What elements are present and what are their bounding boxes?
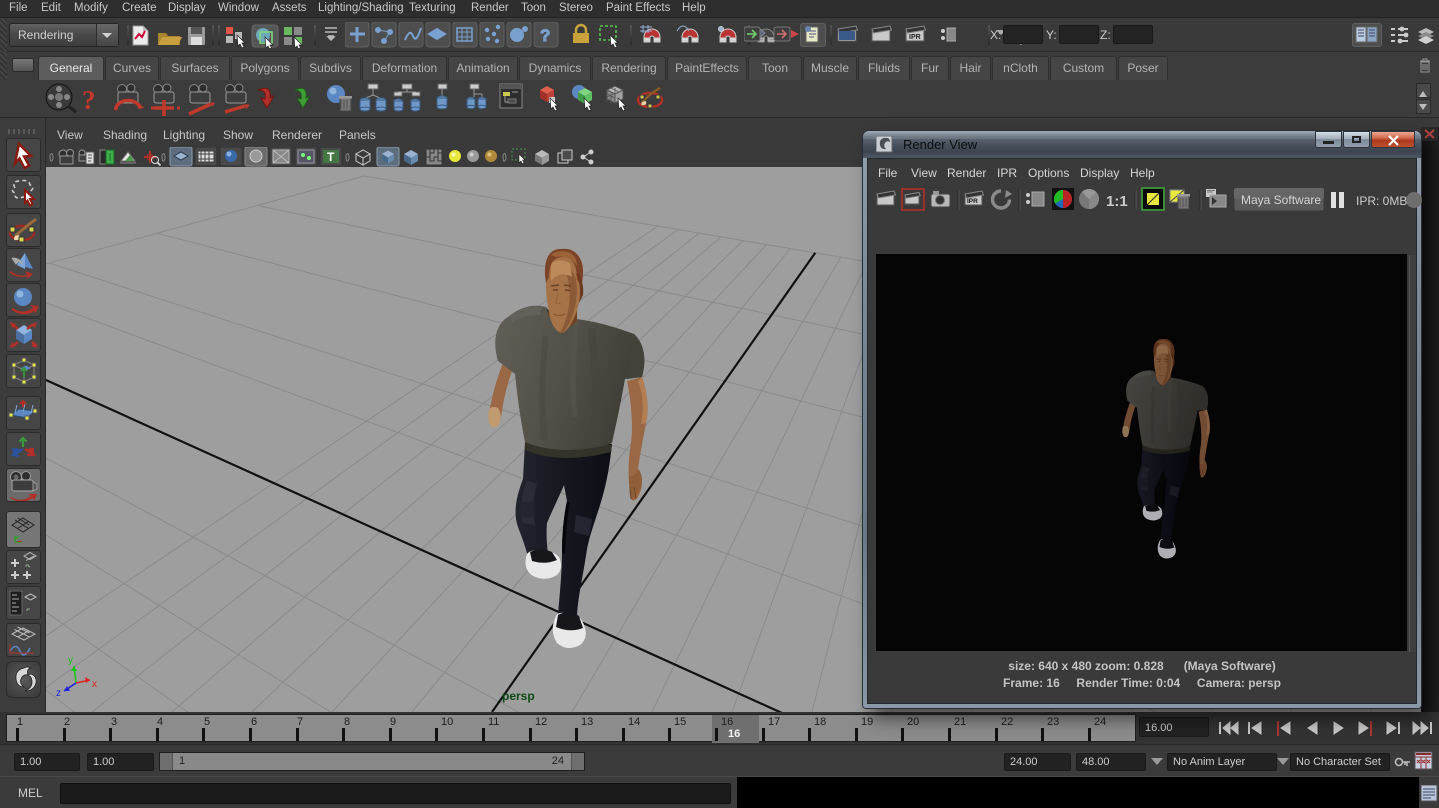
- svg-text:IPR: IPR: [909, 34, 921, 41]
- svg-text:x: x: [92, 679, 97, 690]
- svg-text:?: ?: [82, 85, 96, 115]
- svg-text:z: z: [56, 688, 61, 699]
- svg-text:1:1: 1:1: [1106, 193, 1128, 210]
- svg-text:IPR: IPR: [967, 198, 978, 205]
- svg-text:IPR: 0MB: IPR: 0MB: [1356, 194, 1407, 208]
- svg-text:persp: persp: [502, 689, 535, 703]
- svg-text:Maya Software: Maya Software: [1241, 193, 1321, 207]
- svg-text:?: ?: [540, 26, 550, 45]
- svg-text:T: T: [327, 150, 335, 164]
- svg-text:y: y: [68, 655, 73, 666]
